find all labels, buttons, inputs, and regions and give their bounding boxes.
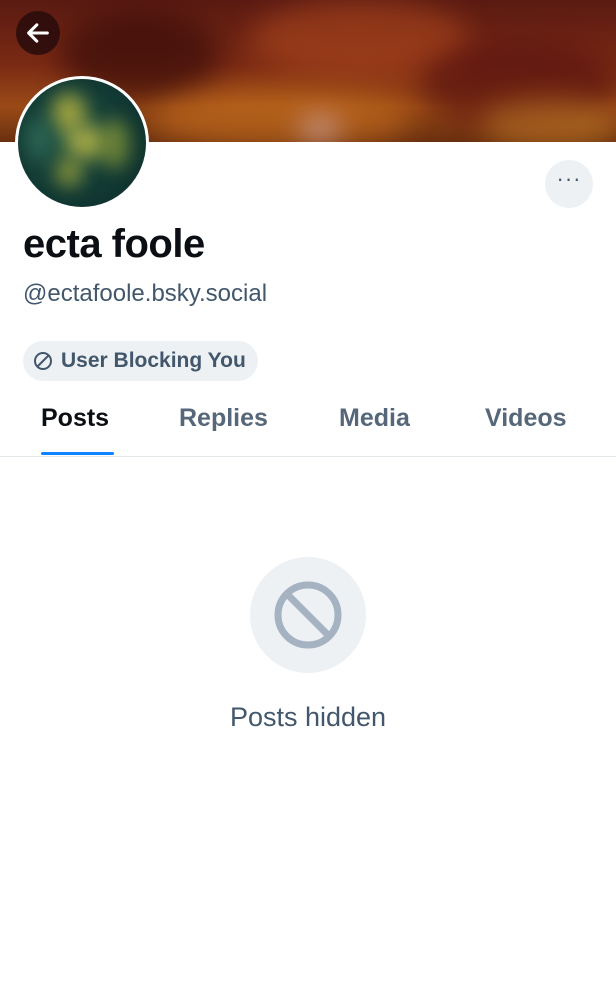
tab-posts[interactable]: Posts <box>41 404 109 433</box>
profile-tabs: Posts Replies Media Videos <box>0 390 616 457</box>
user-handle: @ectafoole.bsky.social <box>23 280 268 307</box>
active-tab-indicator <box>41 452 114 455</box>
profile-screen: ··· ecta foole @ectafoole.bsky.social Us… <box>0 0 616 1000</box>
block-icon <box>274 581 342 649</box>
display-name: ecta foole <box>23 222 205 266</box>
posts-hidden-message: Posts hidden <box>229 702 387 732</box>
avatar-image <box>18 79 146 207</box>
more-horizontal-icon: ··· <box>556 166 582 191</box>
avatar[interactable] <box>15 76 149 210</box>
tab-replies[interactable]: Replies <box>179 404 268 433</box>
tab-videos[interactable]: Videos <box>485 404 567 433</box>
posts-hidden-icon-container <box>250 557 366 673</box>
tab-media[interactable]: Media <box>339 404 410 433</box>
back-button[interactable] <box>16 11 60 55</box>
blocking-status-label: User Blocking You <box>61 349 246 372</box>
block-icon <box>34 352 52 370</box>
more-options-button[interactable]: ··· <box>545 160 593 208</box>
blocking-status-badge[interactable]: User Blocking You <box>23 341 258 381</box>
arrow-left-icon <box>27 23 49 43</box>
